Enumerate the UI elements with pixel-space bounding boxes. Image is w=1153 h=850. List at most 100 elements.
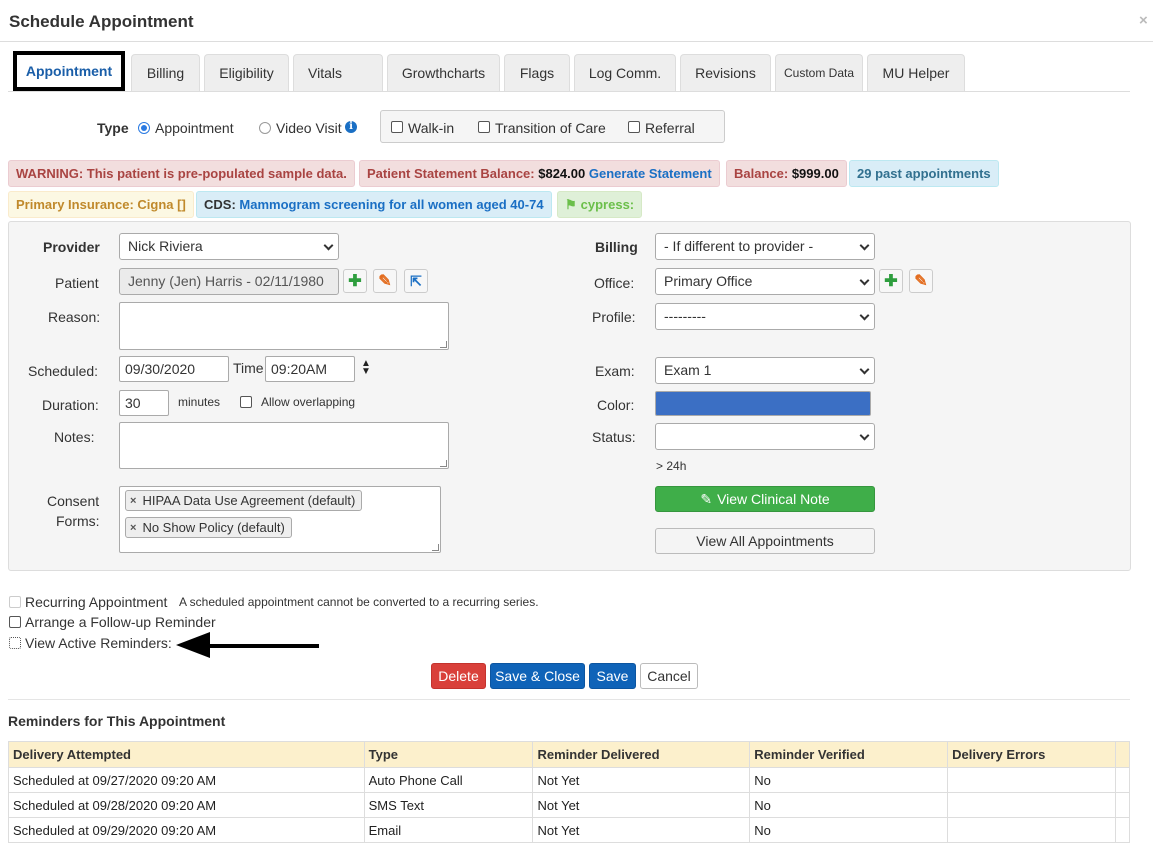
pencil-icon: ✎ — [914, 273, 928, 290]
remove-icon: × — [130, 521, 137, 534]
table-row: Scheduled at 09/27/2020 09:20 AM Auto Ph… — [8, 767, 1131, 793]
share-icon: ⇱ — [410, 272, 422, 289]
office-select[interactable]: Primary Office — [655, 268, 875, 295]
billing-select[interactable]: - If different to provider - — [655, 233, 875, 260]
status-label: Status: — [592, 429, 636, 445]
forms-label: Forms: — [56, 513, 100, 529]
notes-label: Notes: — [54, 429, 95, 445]
color-label: Color: — [597, 397, 635, 413]
generate-statement-link[interactable]: Generate Statement — [589, 166, 712, 181]
follow-up-reminder-label: Arrange a Follow-up Reminder — [25, 614, 216, 630]
reason-textarea[interactable] — [119, 302, 449, 350]
video-visit-label: Video Visit — [276, 120, 342, 136]
referral-checkbox[interactable] — [628, 121, 640, 133]
billing-label: Billing — [595, 239, 638, 255]
edit-patient-button[interactable]: ✎ — [373, 269, 397, 293]
time-label: Time — [233, 360, 264, 376]
column-header: Delivery Errors — [947, 741, 1116, 768]
edit-office-button[interactable]: ✎ — [909, 269, 933, 293]
flag-icon: ⚑ — [565, 196, 577, 212]
tab-eligibility[interactable]: Eligibility — [204, 54, 289, 91]
delete-button[interactable]: Delete — [431, 663, 486, 689]
plus-icon: ✚ — [348, 273, 362, 290]
reminders-table: Delivery Attempted Type Reminder Deliver… — [8, 741, 1131, 843]
tab-appointment[interactable]: Appointment — [13, 51, 125, 91]
statement-balance-badge: Patient Statement Balance: $824.00 Gener… — [359, 160, 720, 187]
tab-log-comm[interactable]: Log Comm. — [574, 54, 676, 91]
cds-badge[interactable]: CDS: Mammogram screening for all women a… — [196, 191, 552, 218]
view-all-appointments-button[interactable]: View All Appointments — [655, 528, 875, 554]
time-spinner-icon[interactable]: ▲ ▼ — [361, 359, 371, 377]
close-icon[interactable]: × — [1139, 12, 1148, 29]
info-icon[interactable]: i — [345, 121, 357, 133]
add-office-button[interactable]: ✚ — [879, 269, 903, 293]
tab-custom-data[interactable]: Custom Data — [775, 54, 863, 91]
scheduled-date-input[interactable]: 09/30/2020 — [119, 356, 229, 382]
follow-up-reminder-checkbox[interactable] — [9, 616, 21, 628]
chevron-down-icon — [323, 240, 334, 251]
chevron-down-icon — [859, 430, 870, 441]
time-input[interactable]: 09:20AM — [265, 356, 355, 382]
table-row: Scheduled at 09/28/2020 09:20 AM SMS Tex… — [8, 792, 1131, 818]
open-patient-button[interactable]: ⇱ — [404, 269, 428, 293]
tab-mu-helper[interactable]: MU Helper — [867, 54, 965, 91]
balance-badge: Balance: $999.00 — [726, 160, 847, 187]
exam-label: Exam: — [595, 363, 635, 379]
recurring-appointment-label: Recurring Appointment — [25, 594, 168, 610]
column-header: Type — [363, 741, 534, 768]
recurring-note: A scheduled appointment cannot be conver… — [179, 595, 539, 609]
table-row: Scheduled at 09/29/2020 09:20 AM Email N… — [8, 817, 1131, 843]
walk-in-checkbox[interactable] — [391, 121, 403, 133]
column-header-spacer — [1114, 741, 1131, 768]
recurring-appointment-checkbox[interactable] — [9, 596, 21, 608]
consent-tag[interactable]: × HIPAA Data Use Agreement (default) — [125, 490, 363, 511]
tab-growthcharts[interactable]: Growthcharts — [387, 54, 500, 91]
appointment-radio-label: Appointment — [155, 120, 234, 136]
transition-of-care-label: Transition of Care — [495, 120, 606, 136]
scheduled-label: Scheduled: — [28, 363, 99, 379]
walk-in-label: Walk-in — [408, 120, 455, 136]
reminders-heading: Reminders for This Appointment — [8, 713, 226, 729]
color-picker[interactable] — [655, 391, 871, 416]
edit-icon: ✎ — [700, 490, 713, 507]
reason-label: Reason: — [48, 309, 101, 325]
save-button[interactable]: Save — [589, 663, 636, 689]
cancel-button[interactable]: Cancel — [640, 663, 698, 689]
tab-flags[interactable]: Flags — [504, 54, 570, 91]
consent-tag[interactable]: × No Show Policy (default) — [125, 517, 292, 538]
patient-select[interactable]: Jenny (Jen) Harris - 02/11/1980 — [119, 268, 339, 295]
minutes-label: minutes — [178, 395, 221, 409]
tab-vitals[interactable]: Vitals — [293, 54, 383, 91]
profile-select[interactable]: --------- — [655, 303, 875, 330]
transition-of-care-checkbox[interactable] — [478, 121, 490, 133]
exam-select[interactable]: Exam 1 — [655, 357, 875, 384]
flag-badge: ⚑ cypress: — [557, 191, 643, 218]
provider-label: Provider — [43, 239, 100, 255]
view-clinical-note-button[interactable]: ✎ View Clinical Note — [655, 486, 875, 512]
notes-textarea[interactable] — [119, 422, 449, 469]
view-active-reminders-checkbox[interactable] — [9, 637, 21, 649]
insurance-badge: Primary Insurance: Cigna [] — [8, 191, 194, 218]
arrow-pointer-icon — [176, 632, 319, 658]
allow-overlapping-label: Allow overlapping — [261, 395, 356, 409]
dialog-title: Schedule Appointment — [9, 12, 194, 31]
tabs-divider — [8, 91, 1130, 92]
past-appointments-badge[interactable]: 29 past appointments — [849, 160, 999, 187]
chevron-down-icon — [859, 310, 870, 321]
remove-icon: × — [130, 494, 137, 507]
chevron-down-icon — [859, 364, 870, 375]
duration-input[interactable]: 30 — [119, 390, 169, 416]
status-hint: > 24h — [656, 459, 687, 473]
video-visit-radio[interactable] — [259, 122, 271, 134]
status-select[interactable] — [655, 423, 875, 450]
tab-revisions[interactable]: Revisions — [680, 54, 771, 91]
appointment-radio[interactable] — [138, 122, 150, 134]
allow-overlapping-checkbox[interactable] — [240, 396, 252, 408]
column-header: Reminder Delivered — [532, 741, 751, 768]
duration-label: Duration: — [42, 397, 99, 413]
consent-label: Consent — [47, 493, 100, 509]
provider-select[interactable]: Nick Riviera — [119, 233, 339, 260]
add-patient-button[interactable]: ✚ — [343, 269, 367, 293]
save-and-close-button[interactable]: Save & Close — [490, 663, 585, 689]
tab-billing[interactable]: Billing — [131, 54, 200, 91]
